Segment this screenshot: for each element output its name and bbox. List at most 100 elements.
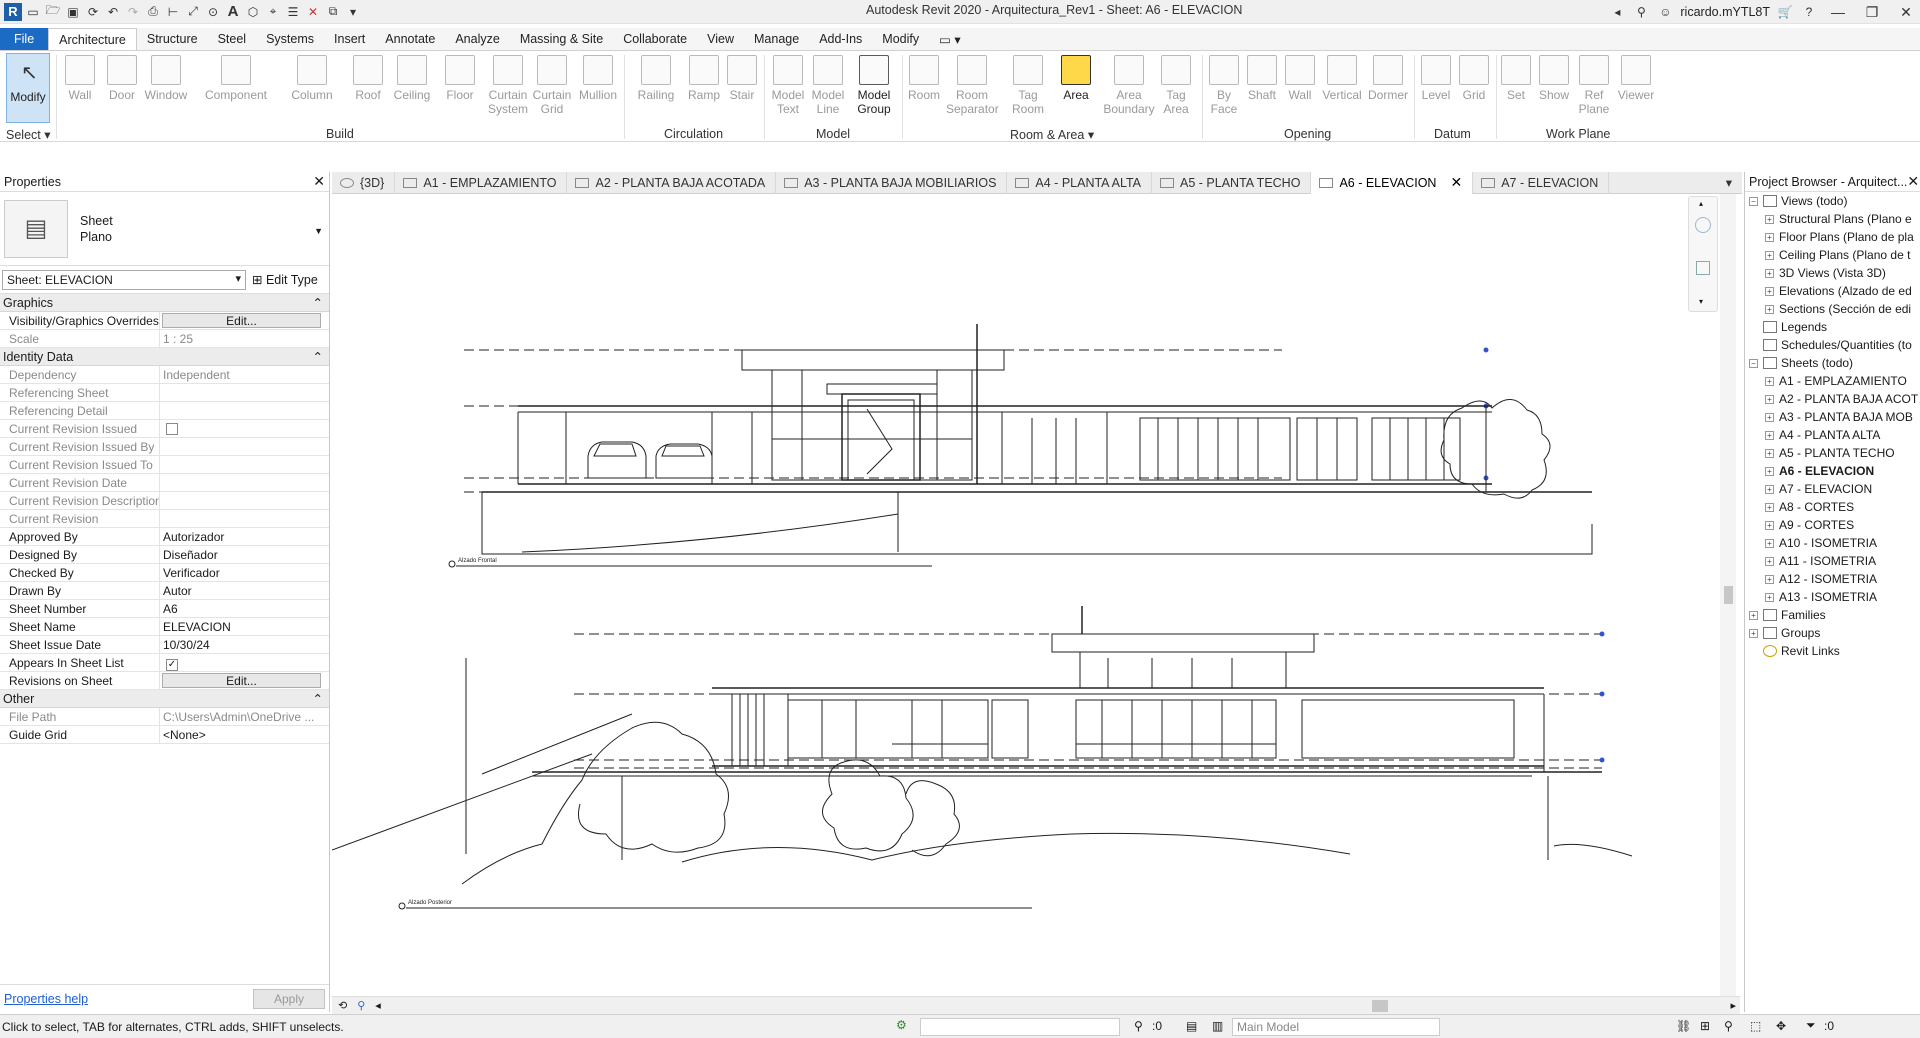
drag-elements-icon[interactable]: ✥ — [1776, 1019, 1786, 1033]
tree-families[interactable]: + Families — [1745, 606, 1920, 624]
column-button[interactable]: Column — [290, 53, 334, 102]
drawing-canvas[interactable]: Alzado Frontal Alzado Posterior — [331, 194, 1740, 1002]
measure-icon[interactable]: ⊢ — [164, 3, 182, 21]
design-option-field[interactable]: Main Model — [1232, 1018, 1440, 1036]
tree-sheet-item[interactable]: + A11 - ISOMETRIA — [1745, 552, 1920, 570]
tree-views-root[interactable]: − Views (todo) — [1745, 192, 1920, 210]
tree-item[interactable]: + Structural Plans (Plano e — [1745, 210, 1920, 228]
tree-sheet-item[interactable]: + A12 - ISOMETRIA — [1745, 570, 1920, 588]
chevron-left-icon[interactable]: ◂ — [1608, 3, 1626, 21]
instance-filter-dropdown[interactable]: Sheet: ELEVACION — [2, 269, 246, 290]
tree-item[interactable]: + Floor Plans (Plano de pla — [1745, 228, 1920, 246]
door-button[interactable]: Door — [100, 53, 144, 102]
chevron-down-icon[interactable]: ▼ — [314, 226, 323, 236]
revisions-edit-button[interactable]: Edit... — [162, 673, 321, 688]
tree-sheet-item[interactable]: + A9 - CORTES — [1745, 516, 1920, 534]
tree-sheet-item[interactable]: + A3 - PLANTA BAJA MOB — [1745, 408, 1920, 426]
curtain-grid-button[interactable]: Curtain Grid — [530, 53, 574, 116]
tab-architecture[interactable]: Architecture — [48, 28, 137, 50]
tag-area-button[interactable]: Tag Area — [1154, 53, 1198, 116]
tab-view[interactable]: View — [697, 28, 744, 50]
select-dropdown[interactable]: Select ▾ — [6, 127, 51, 142]
model-text-button[interactable]: Model Text — [766, 53, 810, 116]
dimension-icon[interactable]: ⤢ — [184, 3, 202, 21]
dormer-button[interactable]: Dormer — [1364, 53, 1412, 102]
open-folder-icon[interactable]: 🗁 — [44, 3, 62, 21]
workset-dropdown[interactable] — [920, 1018, 1120, 1036]
tree-item[interactable]: +3D Views (Vista 3D) — [1745, 264, 1920, 282]
tree-schedules[interactable]: Schedules/Quantities (to — [1745, 336, 1920, 354]
vg-edit-button[interactable]: Edit... — [162, 313, 321, 328]
tree-sheet-item[interactable]: + A2 - PLANTA BAJA ACOT — [1745, 390, 1920, 408]
close-icon[interactable]: ✕ — [1907, 173, 1919, 190]
tree-sheet-item[interactable]: + A13 - ISOMETRIA — [1745, 588, 1920, 606]
tab-view-a5[interactable]: A5 - PLANTA TECHO — [1152, 171, 1312, 194]
properties-help-link[interactable]: Properties help — [4, 992, 88, 1006]
text-icon[interactable]: A — [224, 3, 242, 21]
group-room-area[interactable]: Room & Area ▾ — [1010, 127, 1094, 142]
redo-icon[interactable]: ↷ — [124, 3, 142, 21]
component-button[interactable]: Component — [200, 53, 272, 102]
tab-modify[interactable]: Modify — [872, 28, 929, 50]
appears-in-list-checkbox[interactable]: ✓ — [166, 659, 178, 671]
select-links-icon[interactable]: ⛓ — [1676, 1019, 1691, 1033]
tree-sheets-root[interactable]: − Sheets (todo) — [1745, 354, 1920, 372]
tree-sheet-item[interactable]: + A7 - ELEVACION — [1745, 480, 1920, 498]
ceiling-button[interactable]: Ceiling — [390, 53, 434, 102]
vertical-button[interactable]: Vertical — [1316, 53, 1368, 102]
property-row[interactable]: Designed By Diseñador — [0, 546, 329, 564]
show-button[interactable]: Show — [1532, 53, 1576, 102]
close-hidden-icon[interactable]: ✕ — [304, 3, 322, 21]
exclude-options-icon[interactable]: ▥ — [1212, 1019, 1223, 1033]
property-row[interactable]: Sheet Name ELEVACION — [0, 618, 329, 636]
tab-view-a2[interactable]: A2 - PLANTA BAJA ACOTADA — [567, 171, 777, 194]
save-icon[interactable]: ▣ — [64, 3, 82, 21]
tab-manage[interactable]: Manage — [744, 28, 809, 50]
minimize-button[interactable]: — — [1824, 0, 1852, 24]
ribbon-display-toggle[interactable]: ▭ ▾ — [929, 28, 971, 50]
binoculars-icon[interactable]: ⚲ — [1632, 3, 1650, 21]
edit-type-button[interactable]: ⊞ Edit Type — [252, 272, 318, 287]
floor-button[interactable]: Floor — [438, 53, 482, 102]
tab-view-a3[interactable]: A3 - PLANTA BAJA MOBILIARIOS — [776, 171, 1008, 194]
category-identity-data[interactable]: Identity Data ⌃ — [0, 348, 329, 366]
apply-button[interactable]: Apply — [253, 988, 325, 1009]
select-pinned-icon[interactable]: ⚲ — [1724, 1019, 1733, 1033]
editing-requests-icon[interactable]: ⚲ — [1134, 1019, 1143, 1033]
grid-button[interactable]: Grid — [1452, 53, 1496, 102]
switch-windows-icon[interactable]: ⧉ — [324, 3, 342, 21]
roof-button[interactable]: Roof — [346, 53, 390, 102]
wall-button[interactable]: Wall — [58, 53, 102, 102]
tag-room-button[interactable]: Tag Room — [1006, 53, 1050, 116]
open-icon[interactable]: ▭ — [24, 3, 42, 21]
select-underlay-icon[interactable]: ⊞ — [1700, 1019, 1710, 1033]
tree-item[interactable]: + Elevations (Alzado de ed — [1745, 282, 1920, 300]
tree-sheet-item[interactable]: + A4 - PLANTA ALTA — [1745, 426, 1920, 444]
user-name[interactable]: ricardo.mYTL8T — [1680, 5, 1770, 19]
filter-icon[interactable]: ⏷ — [1806, 1018, 1816, 1033]
tab-view-a1[interactable]: A1 - EMPLAZAMIENTO — [395, 171, 568, 194]
revision-issued-checkbox[interactable] — [166, 423, 178, 435]
help-icon[interactable]: ? — [1800, 3, 1818, 21]
customize-qat-icon[interactable]: ▾ — [344, 3, 362, 21]
tab-insert[interactable]: Insert — [324, 28, 375, 50]
tab-collaborate[interactable]: Collaborate — [613, 28, 697, 50]
property-row[interactable]: Drawn By Autor — [0, 582, 329, 600]
tab-massing-site[interactable]: Massing & Site — [510, 28, 613, 50]
tree-sheet-item[interactable]: + A5 - PLANTA TECHO — [1745, 444, 1920, 462]
tab-view-a4[interactable]: A4 - PLANTA ALTA — [1007, 171, 1153, 194]
room-button[interactable]: Room — [902, 53, 946, 102]
curtain-system-button[interactable]: Curtain System — [486, 53, 530, 116]
property-row[interactable]: Guide Grid <None> — [0, 726, 329, 744]
model-group-button[interactable]: Model Group — [852, 53, 896, 116]
vertical-scrollbar[interactable] — [1720, 194, 1736, 1002]
design-options-icon[interactable]: ▤ — [1186, 1019, 1197, 1033]
stair-button[interactable]: Stair — [720, 53, 764, 102]
model-line-button[interactable]: Model Line — [806, 53, 850, 116]
cart-icon[interactable]: 🛒 — [1776, 3, 1794, 21]
tree-sheet-item-active[interactable]: + A6 - ELEVACION — [1745, 462, 1920, 480]
tree-sheet-item[interactable]: + A8 - CORTES — [1745, 498, 1920, 516]
area-boundary-button[interactable]: Area Boundary — [1102, 53, 1156, 116]
category-graphics[interactable]: Graphics ⌃ — [0, 294, 329, 312]
scroll-down-icon[interactable]: ▾ — [1699, 297, 1703, 306]
